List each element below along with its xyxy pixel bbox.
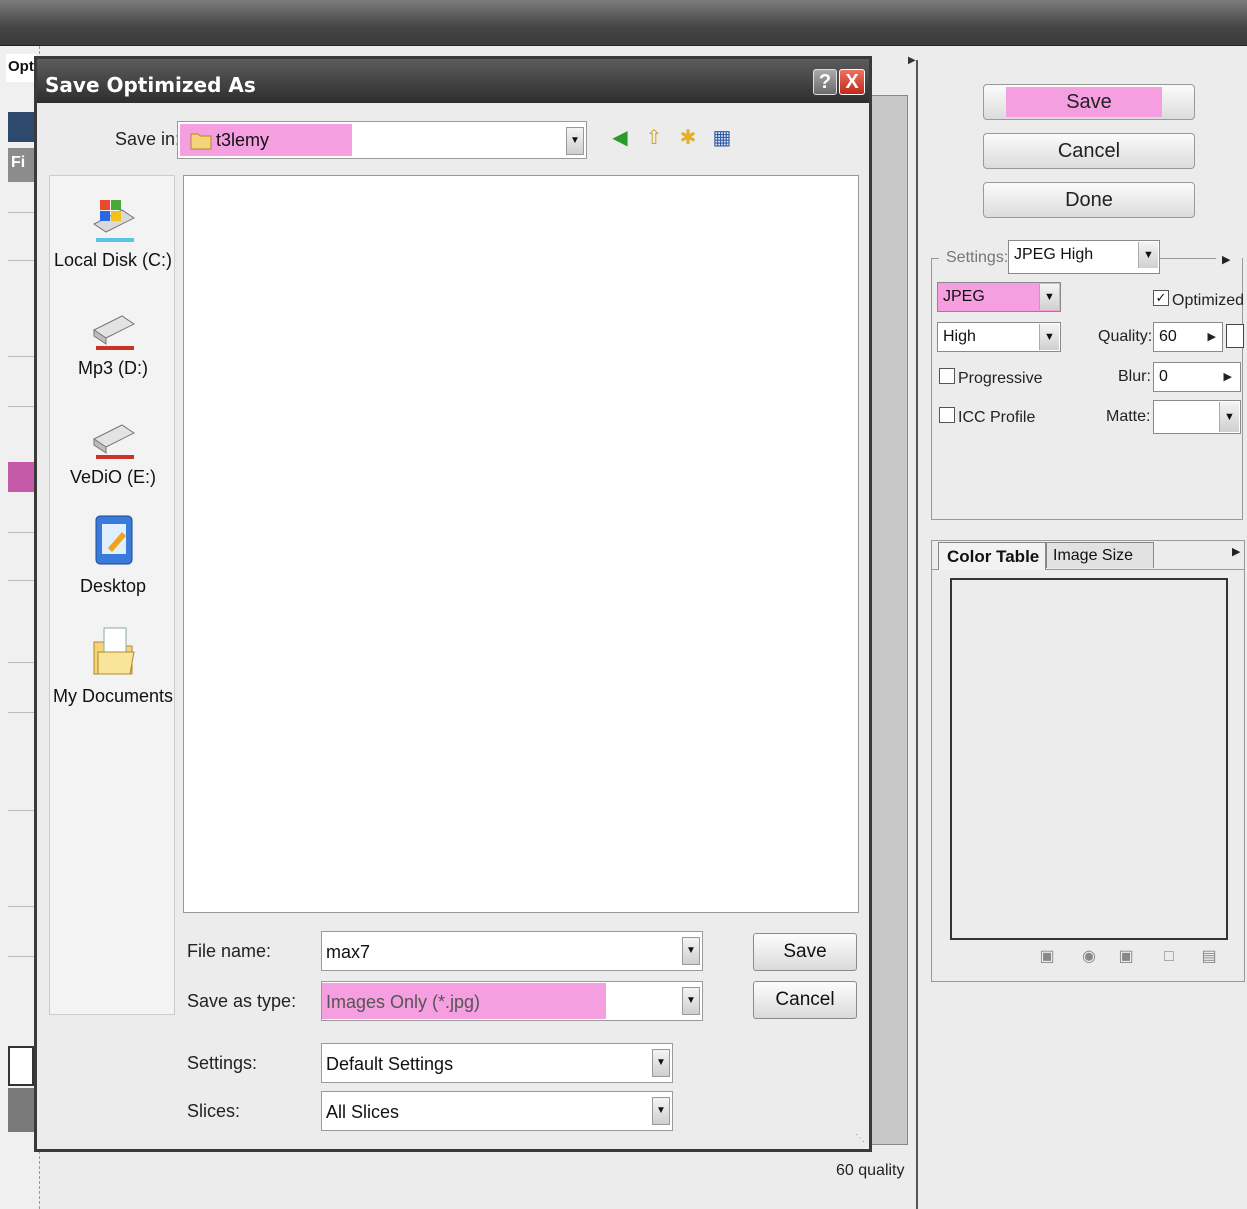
quality-slider-arrow-icon[interactable]: ▶ — [1208, 330, 1216, 343]
chevron-down-icon: ▼ — [1039, 284, 1059, 310]
chevron-down-icon: ▼ — [652, 1097, 670, 1125]
help-button[interactable]: ? — [813, 69, 837, 95]
chevron-down-icon: ▼ — [1039, 324, 1059, 350]
chevron-down-icon: ▼ — [682, 987, 700, 1015]
chevron-down-icon: ▼ — [566, 127, 584, 155]
settings-label: Settings: — [944, 249, 1011, 267]
drive-icon — [93, 424, 135, 459]
save-in-label: Save in: — [115, 129, 181, 149]
icc-profile-checkbox[interactable] — [939, 407, 955, 423]
optimized-checkbox[interactable]: ✓ — [1153, 290, 1169, 306]
left-selected-row[interactable] — [8, 462, 34, 492]
quality-label: Quality: — [1098, 328, 1153, 345]
web-shift-icon[interactable]: ◉ — [1080, 948, 1098, 966]
quality-mask-icon[interactable] — [1226, 324, 1244, 348]
new-folder-icon[interactable]: ✱ — [675, 125, 701, 151]
chevron-down-icon: ▼ — [652, 1049, 670, 1077]
save-as-type-select[interactable]: Images Only (*.jpg) ▼ — [321, 981, 703, 1021]
color-table-swatches — [950, 578, 1228, 940]
close-button[interactable]: X — [839, 69, 865, 95]
place-vedio-drive[interactable]: VeDiO (E:) — [50, 413, 176, 488]
view-menu-icon[interactable]: ▦ — [709, 125, 735, 151]
left-row-divider — [8, 532, 34, 533]
new-color-icon[interactable]: □ — [1160, 948, 1178, 966]
group-border — [931, 258, 939, 259]
resize-grip-icon[interactable]: ⋱ — [855, 1133, 865, 1144]
left-row-divider — [8, 356, 34, 357]
left-row-divider — [8, 260, 34, 261]
blur-slider-arrow-icon[interactable]: ▶ — [1224, 370, 1232, 383]
settings-preset-select[interactable]: JPEG High ▼ — [1008, 240, 1160, 274]
up-folder-icon[interactable]: ⇧ — [641, 125, 667, 151]
left-row-divider — [8, 406, 34, 407]
blur-label: Blur: — [1118, 368, 1151, 385]
panel-done-button[interactable]: Done — [983, 182, 1195, 218]
left-row-divider — [8, 956, 34, 957]
trash-icon[interactable]: ▤ — [1200, 948, 1218, 966]
slices-select[interactable]: All Slices ▼ — [321, 1091, 673, 1131]
optimized-label: Optimized — [1172, 292, 1245, 309]
file-name-label: File name: — [187, 941, 272, 961]
map-transparent-icon[interactable]: ▣ — [1038, 948, 1056, 966]
chevron-down-icon: ▼ — [682, 937, 700, 965]
places-bar: Local Disk (C:) Mp3 (D:) VeDiO (E:) Desk… — [49, 175, 175, 1015]
settings-menu-arrow-icon[interactable]: ▶ — [1222, 253, 1230, 266]
drive-icon — [93, 315, 135, 350]
left-tool-icon[interactable] — [8, 112, 34, 142]
my-documents-icon — [93, 627, 135, 675]
quality-level-select[interactable]: High ▼ — [937, 322, 1061, 352]
app-title-bar — [0, 0, 1247, 46]
place-desktop[interactable]: Desktop — [50, 512, 176, 597]
chevron-down-icon: ▼ — [1219, 402, 1239, 432]
tab-color-table[interactable]: Color Table — [938, 542, 1046, 570]
back-icon[interactable]: ◀ — [607, 125, 633, 151]
matte-label: Matte: — [1106, 408, 1151, 425]
save-as-type-label: Save as type: — [187, 991, 297, 1011]
cancel-button[interactable]: Cancel — [753, 981, 857, 1019]
progressive-label: Progressive — [958, 370, 1043, 387]
file-name-input[interactable]: max7 ▼ — [321, 931, 703, 971]
place-my-documents[interactable]: My Documents — [50, 622, 176, 707]
file-list[interactable] — [183, 175, 859, 913]
left-bottom-bar — [8, 1088, 34, 1132]
place-local-disk[interactable]: Local Disk (C:) — [50, 194, 176, 271]
status-quality: 60 quality — [836, 1162, 905, 1179]
format-select[interactable]: JPEG ▼ — [937, 282, 1061, 312]
lock-icon[interactable]: ▣ — [1117, 948, 1135, 966]
save-in-select[interactable]: t3lemy ▼ — [177, 121, 587, 159]
left-row-divider — [8, 580, 34, 581]
icc-profile-label: ICC Profile — [958, 409, 1036, 426]
left-document-icon[interactable] — [8, 1046, 34, 1086]
panel-menu-arrow-icon[interactable]: ▶ — [908, 55, 916, 66]
slices-label: Slices: — [187, 1101, 241, 1121]
dialog-title: Save Optimized As — [37, 59, 869, 103]
tabs-menu-arrow-icon[interactable]: ▶ — [1232, 545, 1240, 558]
left-row-divider — [8, 662, 34, 663]
panel-cancel-button[interactable]: Cancel — [983, 133, 1195, 169]
local-disk-icon — [93, 200, 135, 242]
left-row-divider — [8, 712, 34, 713]
left-menu-file[interactable]: Fi — [8, 148, 34, 182]
group-border — [1160, 258, 1216, 259]
left-row-divider — [8, 810, 34, 811]
left-row-divider — [8, 906, 34, 907]
quality-input[interactable]: 60 ▶ — [1153, 322, 1223, 352]
left-tab-optimized[interactable]: Opti — [6, 54, 36, 82]
progressive-checkbox[interactable] — [939, 368, 955, 384]
tab-image-size[interactable]: Image Size — [1046, 542, 1154, 568]
blur-input[interactable]: 0 ▶ — [1153, 362, 1241, 392]
panel-save-button[interactable]: Save — [983, 84, 1195, 120]
matte-select[interactable]: ▼ — [1153, 400, 1241, 434]
settings-label: Settings: — [187, 1053, 258, 1073]
folder-icon — [190, 133, 212, 150]
place-mp3-drive[interactable]: Mp3 (D:) — [50, 304, 176, 379]
left-row-divider — [8, 212, 34, 213]
settings-select[interactable]: Default Settings ▼ — [321, 1043, 673, 1083]
panel-divider — [916, 60, 918, 1209]
save-optimized-dialog: Save Optimized As ? X Save in: t3lemy ▼ … — [34, 56, 872, 1152]
chevron-down-icon: ▼ — [1138, 242, 1158, 268]
desktop-icon — [95, 515, 133, 565]
save-button[interactable]: Save — [753, 933, 857, 971]
